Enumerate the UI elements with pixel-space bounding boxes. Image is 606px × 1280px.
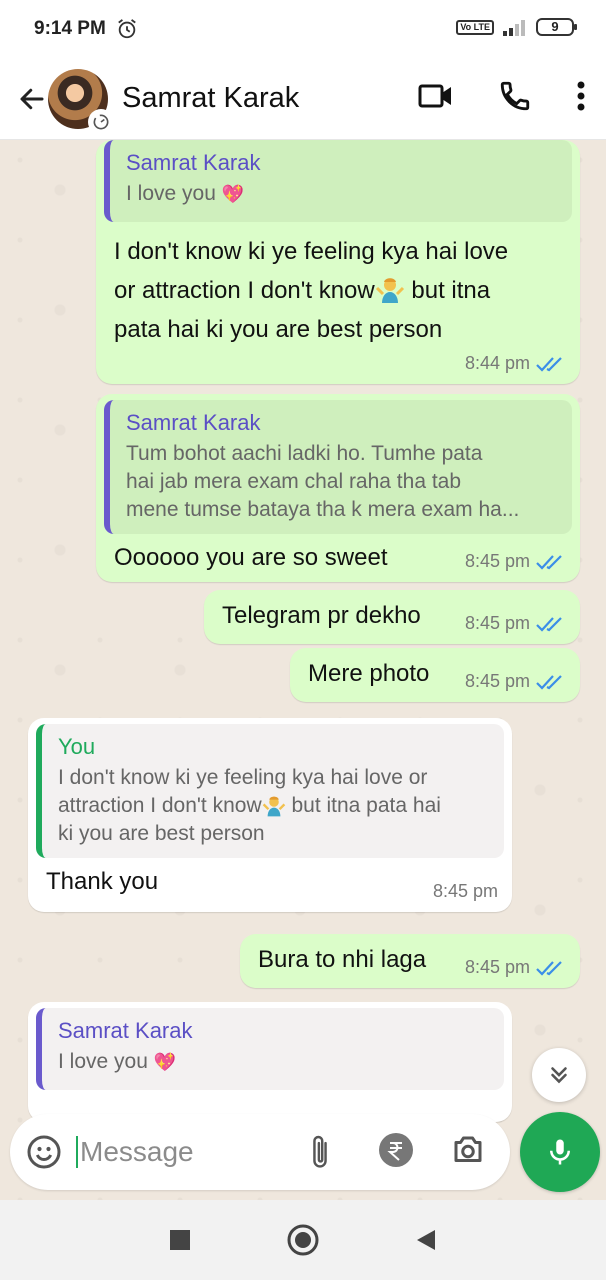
attach-icon[interactable]: [306, 1132, 334, 1172]
message-bubble-outgoing[interactable]: Samrat Karak Tum bohot aachi ladki ho. T…: [96, 394, 580, 582]
message-line-part: or attraction I don't know: [114, 277, 375, 304]
quote-author: You: [58, 734, 96, 759]
quoted-message[interactable]: Samrat Karak Tum bohot aachi ladki ho. T…: [104, 400, 572, 534]
message-time: 8:45 pm: [464, 671, 530, 691]
message-text: I don't know ki ye feeling kya hai love …: [104, 232, 572, 349]
quoted-message[interactable]: Samrat Karak I love you 💖: [104, 140, 572, 222]
shrug-emoji-icon: [375, 278, 404, 303]
message-time: 8:45 pm: [464, 957, 530, 977]
read-receipt-icon: [536, 674, 562, 690]
message-bubble-outgoing[interactable]: Mere photo 8:45 pm: [290, 648, 580, 702]
quote-text-part: attraction I don't know: [58, 794, 262, 817]
back-nav-icon[interactable]: [415, 1228, 437, 1252]
message-meta: 8:45 pm: [433, 881, 498, 902]
chat-header: Samrat Karak: [0, 58, 606, 140]
more-options-icon[interactable]: [576, 80, 586, 112]
shrug-emoji-icon: [262, 796, 285, 817]
volte-indicator: Vo LTE: [456, 19, 494, 35]
read-receipt-icon: [536, 960, 562, 976]
home-icon[interactable]: [287, 1224, 319, 1256]
quoted-message[interactable]: You I don't know ki ye feeling kya hai l…: [36, 724, 504, 858]
message-time: 8:45 pm: [464, 613, 530, 633]
message-bubble-outgoing[interactable]: Telegram pr dekho 8:45 pm: [204, 590, 580, 644]
contact-name[interactable]: Samrat Karak: [122, 82, 299, 115]
message-meta: 8:45 pm: [465, 671, 566, 692]
message-line-part: but itna: [404, 277, 491, 304]
system-navigation-bar: [0, 1200, 606, 1280]
message-bubble-outgoing[interactable]: Samrat Karak I love you 💖 I don't know k…: [96, 140, 580, 384]
video-call-icon[interactable]: [418, 78, 454, 114]
message-time: 8:45 pm: [464, 551, 530, 571]
read-receipt-icon: [536, 356, 562, 372]
quote-author: Samrat Karak: [58, 1018, 193, 1043]
quote-text-content: I love you: [58, 1050, 148, 1073]
payment-rupee-icon[interactable]: [378, 1132, 414, 1168]
message-line: pata hai ki you are best person: [114, 316, 443, 343]
message-bubble-incoming[interactable]: Samrat Karak I love you 💖: [28, 1002, 512, 1122]
emoji-icon[interactable]: [26, 1134, 62, 1170]
message-meta: 8:45 pm: [465, 613, 566, 634]
read-receipt-icon: [536, 554, 562, 570]
heart-emoji-icon: 💖: [221, 184, 245, 204]
message-time: 8:45 pm: [432, 881, 498, 901]
message-meta: 8:44 pm: [465, 353, 566, 374]
quote-text-part: but itna pata hai: [285, 794, 441, 817]
disappearing-timer-icon: [88, 108, 114, 135]
avatar[interactable]: [48, 68, 114, 135]
message-meta: 8:45 pm: [465, 551, 566, 572]
heart-emoji-icon: 💖: [153, 1052, 177, 1072]
message-meta: 8:45 pm: [465, 957, 566, 978]
quote-text: I love you 💖: [58, 1048, 490, 1076]
battery-icon: 9: [536, 18, 577, 36]
message-bubble-outgoing[interactable]: Bura to nhi laga 8:45 pm: [240, 934, 580, 988]
quote-text: I love you 💖: [126, 180, 558, 208]
quote-text: attraction I don't know but itna pata ha…: [58, 792, 490, 820]
message-composer: [10, 1114, 510, 1190]
status-bar: 9:14 PM Vo LTE 9: [0, 0, 606, 58]
quote-text: I don't know ki ye feeling kya hai love …: [58, 766, 428, 789]
header-actions: [418, 78, 586, 114]
voice-call-icon[interactable]: [498, 79, 532, 113]
message-time: 8:44 pm: [464, 353, 530, 373]
message-line: or attraction I don't know but itna: [114, 271, 562, 310]
quote-author: Samrat Karak: [126, 150, 261, 175]
quote-text: ki you are best person: [58, 822, 265, 845]
message-line: I don't know ki ye feeling kya hai love: [114, 238, 509, 265]
voice-message-button[interactable]: [520, 1112, 600, 1192]
quote-text: hai jab mera exam chal raha tha tab: [126, 470, 462, 493]
scroll-to-bottom-button[interactable]: [532, 1048, 586, 1102]
camera-icon[interactable]: [450, 1132, 486, 1168]
microphone-icon: [550, 1139, 570, 1165]
quote-text: mene tumse bataya tha k mera exam ha...: [126, 498, 520, 521]
read-receipt-icon: [536, 616, 562, 632]
double-chevron-down-icon: [551, 1067, 567, 1084]
message-input[interactable]: [76, 1136, 276, 1168]
quote-text: Tum bohot aachi ladki ho. Tumhe pata: [126, 442, 483, 465]
signal-icon: [503, 20, 525, 36]
quote-text-content: I love you: [126, 182, 216, 205]
quote-author: Samrat Karak: [126, 410, 261, 435]
status-time: 9:14 PM: [34, 18, 106, 39]
recent-apps-icon[interactable]: [169, 1229, 191, 1251]
alarm-icon: [118, 19, 136, 39]
quoted-message[interactable]: Samrat Karak I love you 💖: [36, 1008, 504, 1090]
status-indicators: Vo LTE 9: [456, 18, 577, 36]
message-bubble-incoming[interactable]: You I don't know ki ye feeling kya hai l…: [28, 718, 512, 912]
chat-area[interactable]: Samrat Karak I love you 💖 I don't know k…: [0, 140, 606, 1200]
